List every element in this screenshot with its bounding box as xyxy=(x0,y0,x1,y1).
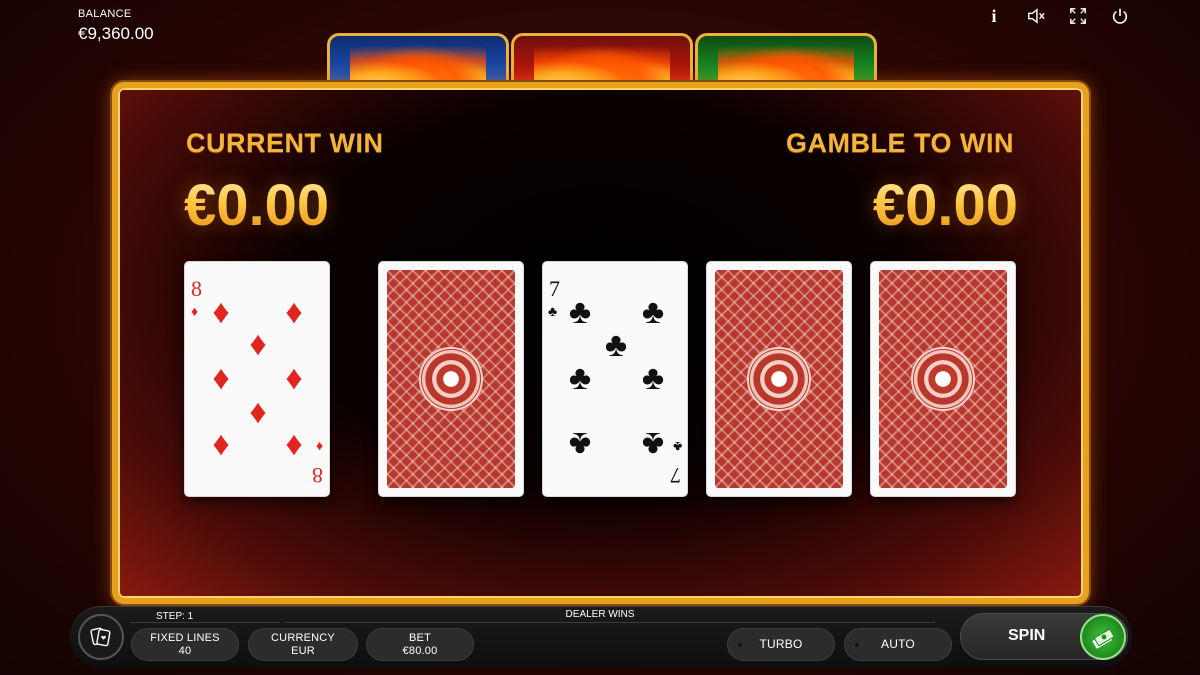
auto-label: AUTO xyxy=(881,637,915,651)
gamble-to-win-value: €0.00 xyxy=(872,173,1018,238)
current-win-label: CURRENT WIN xyxy=(186,128,384,158)
turbo-button[interactable]: TURBO xyxy=(727,628,835,661)
card-rank: 7 xyxy=(670,463,681,488)
currency-value: EUR xyxy=(291,644,315,657)
card-back-emblem-icon xyxy=(911,347,975,411)
balance-label: BALANCE xyxy=(78,8,132,20)
info-glyph: i xyxy=(991,5,997,26)
diamond-icon: ♦ xyxy=(191,303,199,319)
bet-selector[interactable]: BET €80.00 xyxy=(366,628,474,661)
diamond-icon: ♦ xyxy=(285,425,303,463)
diamond-icon: ♦ xyxy=(285,293,303,331)
info-icon[interactable]: i xyxy=(984,6,1004,26)
gamble-button[interactable] xyxy=(78,614,124,660)
player-card-face-down[interactable] xyxy=(870,261,1016,497)
club-icon: ♣ xyxy=(604,326,628,364)
card-back-pattern xyxy=(387,270,515,488)
power-icon[interactable] xyxy=(1110,6,1130,26)
fixed-lines-display: FIXED LINES 40 xyxy=(131,628,239,661)
dealer-card-eight-of-diamonds: 8 ♦ ♦ ♦ ♦ ♦ ♦ ♦ ♦ ♦ ♦ 8 xyxy=(184,261,330,497)
player-card-seven-of-clubs: 7 ♣ ♣ ♣ ♣ ♣ ♣ ♣ ♣ ♣ 7 xyxy=(542,261,688,497)
club-icon: ♣ xyxy=(568,359,592,397)
current-win-value: €0.00 xyxy=(184,173,330,238)
club-icon: ♣ xyxy=(568,425,592,463)
top-toolbar: i xyxy=(984,6,1130,26)
card-back-pattern xyxy=(879,270,1007,488)
club-icon: ♣ xyxy=(641,293,665,331)
card-rank: 8 xyxy=(191,276,202,301)
status-divider xyxy=(285,622,935,623)
player-card-face-down[interactable] xyxy=(378,261,524,497)
card-back-emblem-icon xyxy=(747,347,811,411)
card-back-emblem-icon xyxy=(419,347,483,411)
card-back-pattern xyxy=(715,270,843,488)
money-icon xyxy=(1092,628,1115,649)
collect-button[interactable] xyxy=(1080,614,1126,660)
diamond-icon: ♦ xyxy=(212,359,230,397)
turbo-label: TURBO xyxy=(759,637,803,651)
card-rank: 8 xyxy=(312,463,323,488)
balance-display: BALANCE €9,360.00 xyxy=(78,8,154,44)
flame-tab-green xyxy=(695,33,877,89)
card-rank: 7 xyxy=(549,276,560,301)
flame-tab-red xyxy=(511,33,693,89)
auto-indicator-dot xyxy=(855,643,859,647)
currency-display: CURRENCY EUR xyxy=(248,628,358,661)
gamble-to-win-label: GAMBLE TO WIN xyxy=(786,128,1014,158)
diamond-icon: ♦ xyxy=(285,359,303,397)
fixed-lines-value: 40 xyxy=(178,644,192,657)
turbo-indicator-dot xyxy=(738,643,742,647)
fixed-lines-label: FIXED LINES xyxy=(150,631,220,644)
bet-value: €80.00 xyxy=(402,644,438,657)
diamond-icon: ♦ xyxy=(315,439,323,455)
diamond-icon: ♦ xyxy=(212,425,230,463)
status-divider xyxy=(130,622,280,623)
balance-value: €9,360.00 xyxy=(78,24,154,43)
diamond-icon: ♦ xyxy=(249,325,267,363)
currency-label: CURRENCY xyxy=(271,631,335,644)
player-card-face-down[interactable] xyxy=(706,261,852,497)
club-icon: ♣ xyxy=(568,293,592,331)
club-icon: ♣ xyxy=(672,439,682,455)
diamond-icon: ♦ xyxy=(249,393,267,431)
flame-tab-blue xyxy=(327,33,509,89)
club-icon: ♣ xyxy=(641,425,665,463)
club-icon: ♣ xyxy=(641,359,665,397)
cards-icon xyxy=(90,627,111,647)
bet-label: BET xyxy=(409,631,431,644)
sound-muted-icon[interactable] xyxy=(1026,6,1046,26)
diamond-icon: ♦ xyxy=(212,293,230,331)
auto-button[interactable]: AUTO xyxy=(844,628,952,661)
spin-label: SPIN xyxy=(1008,627,1046,644)
fullscreen-icon[interactable] xyxy=(1068,6,1088,26)
club-icon: ♣ xyxy=(548,303,558,319)
